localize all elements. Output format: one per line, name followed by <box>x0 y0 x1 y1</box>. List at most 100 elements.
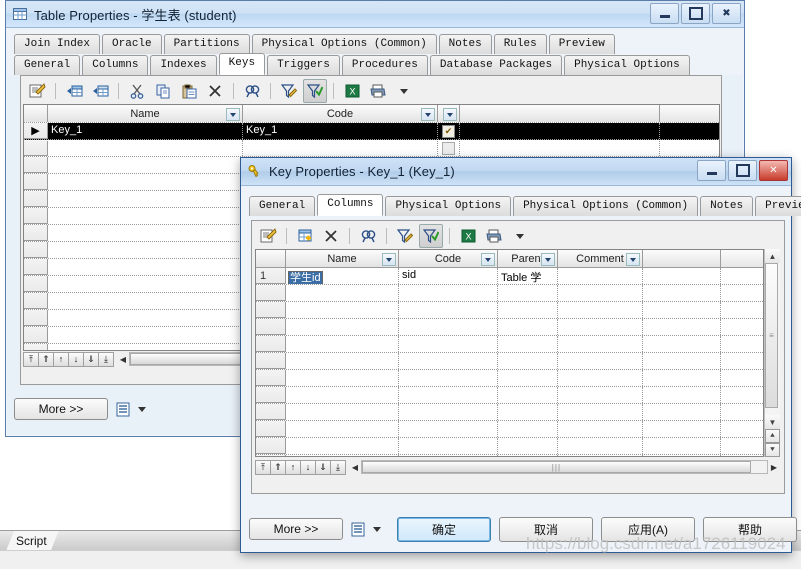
empty-cell[interactable] <box>399 336 498 352</box>
empty-row[interactable] <box>256 285 763 302</box>
empty-cell[interactable] <box>48 293 243 309</box>
empty-cell[interactable] <box>643 387 721 403</box>
empty-cell[interactable] <box>48 276 243 292</box>
cell-name[interactable]: 学生id <box>286 268 399 284</box>
export-excel-icon[interactable]: X <box>456 224 480 248</box>
apply-filter-icon[interactable] <box>303 79 327 103</box>
empty-row[interactable] <box>256 421 763 438</box>
empty-row[interactable] <box>256 370 763 387</box>
empty-cell[interactable] <box>286 319 399 335</box>
row-header-cell[interactable] <box>256 404 286 420</box>
next-page-icon[interactable]: ⇓ <box>315 459 331 475</box>
column-filter-dropdown-icon[interactable] <box>226 108 240 121</box>
empty-cell[interactable] <box>399 353 498 369</box>
empty-cell[interactable] <box>399 387 498 403</box>
more-button[interactable]: More >> <box>249 518 343 540</box>
scroll-left-icon[interactable]: ◀ <box>117 352 129 367</box>
tab-preview[interactable]: Preview <box>548 34 615 54</box>
empty-cell[interactable] <box>286 370 399 386</box>
empty-cell[interactable] <box>286 387 399 403</box>
empty-row[interactable] <box>24 140 719 157</box>
primary-key-checkbox[interactable] <box>442 141 455 155</box>
minimize-icon[interactable] <box>697 160 726 181</box>
tab-rules[interactable]: Rules <box>493 34 547 54</box>
more-button[interactable]: More >> <box>14 398 108 420</box>
row-header-cell[interactable] <box>256 370 286 386</box>
properties-icon[interactable] <box>256 224 280 248</box>
column-header-parent[interactable]: Parent <box>498 250 558 267</box>
find-icon[interactable] <box>240 79 264 103</box>
list-menu-icon[interactable] <box>116 402 130 417</box>
list-menu-icon[interactable] <box>351 522 365 537</box>
empty-cell[interactable] <box>399 404 498 420</box>
dropdown-caret-icon[interactable] <box>392 79 416 103</box>
add-row-icon[interactable] <box>88 79 112 103</box>
row-number-cell[interactable]: 1 <box>256 268 286 284</box>
cell-blank-5[interactable] <box>643 268 721 284</box>
tab-oracle[interactable]: Oracle <box>102 34 162 54</box>
scroll-left-icon[interactable]: ◀ <box>349 460 361 475</box>
empty-cell[interactable] <box>48 191 243 207</box>
key-properties-titlebar[interactable]: Key Properties - Key_1 (Key_1) ✕ <box>241 158 791 186</box>
empty-cell[interactable] <box>438 140 460 156</box>
empty-cell[interactable] <box>558 302 643 318</box>
cell-code[interactable]: Key_1 <box>243 123 438 139</box>
empty-cell[interactable] <box>498 370 558 386</box>
vscroll-thumb[interactable]: ≡ <box>765 263 778 408</box>
empty-row[interactable] <box>256 404 763 421</box>
empty-cell[interactable] <box>48 344 243 350</box>
tab-partitions[interactable]: Partitions <box>163 34 250 54</box>
footer-dropdown-caret-icon[interactable] <box>373 526 381 532</box>
cell-p[interactable]: ✔ <box>438 123 460 139</box>
empty-cell[interactable] <box>399 455 498 456</box>
row-header-cell[interactable] <box>24 157 48 173</box>
empty-cell[interactable] <box>643 438 721 454</box>
last-icon[interactable]: ⤓ <box>98 351 114 367</box>
empty-cell[interactable] <box>643 455 721 456</box>
row-header-cell[interactable] <box>24 327 48 343</box>
delete-icon[interactable] <box>319 224 343 248</box>
last-icon[interactable]: ⤓ <box>330 459 346 475</box>
empty-cell[interactable] <box>498 285 558 301</box>
empty-cell[interactable] <box>48 225 243 241</box>
prev-page-icon[interactable]: ⇑ <box>38 351 54 367</box>
copy-icon[interactable] <box>151 79 175 103</box>
row-header-cell[interactable] <box>24 293 48 309</box>
tab-preview[interactable]: Preview <box>755 196 801 216</box>
empty-cell[interactable] <box>286 455 399 456</box>
column-header-code[interactable]: Code <box>243 105 438 122</box>
empty-cell[interactable] <box>286 353 399 369</box>
next-page-icon[interactable]: ⇓ <box>83 351 99 367</box>
cell-name[interactable]: Key_1 <box>48 123 243 139</box>
prev-icon[interactable]: ↑ <box>285 459 301 475</box>
first-icon[interactable]: ⤒ <box>255 459 271 475</box>
first-icon[interactable]: ⤒ <box>23 351 39 367</box>
insert-row-icon[interactable] <box>62 79 86 103</box>
empty-cell[interactable] <box>558 319 643 335</box>
tab-physical-options-common[interactable]: Physical Options (Common) <box>513 196 699 216</box>
row-header-cell[interactable] <box>24 208 48 224</box>
row-header-cell[interactable] <box>256 319 286 335</box>
empty-cell[interactable] <box>48 242 243 258</box>
key-grid-hscroll[interactable]: ◀ ||| ▶ <box>349 460 780 475</box>
row-header-cell[interactable] <box>256 285 286 301</box>
key-columns-grid[interactable]: Name Code Parent Comment 1 学生id sid Table 学 <box>255 249 764 457</box>
tab-physical-options-common[interactable]: Physical Options (Common) <box>251 34 437 54</box>
empty-cell[interactable] <box>643 336 721 352</box>
empty-cell[interactable] <box>558 404 643 420</box>
ok-button[interactable]: 确定 <box>397 516 491 542</box>
row-header-cell[interactable] <box>24 225 48 241</box>
tab-columns[interactable]: Columns <box>317 194 384 216</box>
cut-icon[interactable] <box>125 79 149 103</box>
next-icon[interactable]: ↓ <box>300 459 316 475</box>
next-icon[interactable]: ↓ <box>68 351 84 367</box>
tab-columns[interactable]: Columns <box>82 55 149 75</box>
row-header-cell[interactable] <box>24 310 48 326</box>
tab-physical-options[interactable]: Physical Options <box>385 196 512 216</box>
tab-keys[interactable]: Keys <box>218 53 266 75</box>
key-grid-body[interactable]: 1 学生id sid Table 学 <box>256 268 763 456</box>
cell-comment[interactable] <box>558 268 643 284</box>
find-icon[interactable] <box>356 224 380 248</box>
key-grid-vscroll[interactable]: ▲ ≡ ▼ ⯅ ⯆ <box>764 249 780 457</box>
empty-row[interactable] <box>256 353 763 370</box>
